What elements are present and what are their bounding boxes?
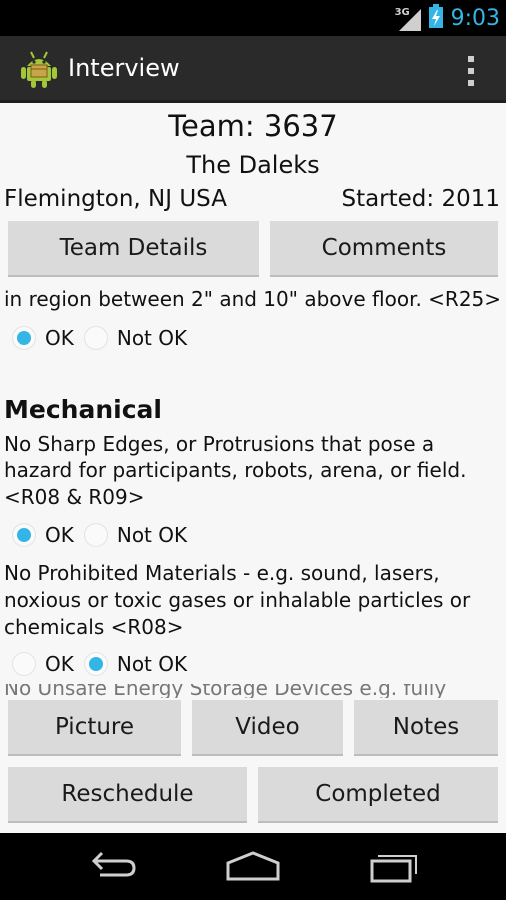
checklist-scroll-area[interactable]: in region between 2" and 10" above floor… (0, 278, 506, 698)
radio-not-ok[interactable] (83, 326, 108, 350)
battery-charging-icon (428, 4, 443, 32)
team-location: Flemington, NJ USA (4, 186, 227, 212)
checklist-item-text: <R08 & R09> (4, 485, 145, 509)
notes-button[interactable]: Notes (354, 700, 498, 756)
radio-not-ok-label[interactable]: Not OK (117, 652, 187, 676)
navigation-bar (0, 833, 506, 900)
completed-button[interactable]: Completed (258, 767, 498, 823)
radio-not-ok[interactable] (83, 523, 108, 547)
comments-button[interactable]: Comments (270, 221, 498, 277)
checklist-item-text: chemicals <R08> (4, 615, 184, 639)
signal-icon: 3G (395, 5, 421, 31)
app-title: Interview (68, 54, 180, 82)
radio-ok-label[interactable]: OK (45, 326, 74, 350)
clock: 9:03 (450, 5, 500, 31)
back-icon[interactable] (86, 849, 140, 887)
radio-not-ok[interactable] (83, 652, 108, 676)
team-number: Team: 3637 (168, 109, 338, 143)
checklist-item-text: No Prohibited Materials - e.g. sound, la… (4, 561, 440, 585)
recent-apps-icon[interactable] (368, 849, 422, 887)
radio-not-ok-label[interactable]: Not OK (117, 326, 187, 350)
radio-ok-label[interactable]: OK (45, 523, 74, 547)
radio-ok-label[interactable]: OK (45, 652, 74, 676)
radio-ok[interactable] (12, 652, 36, 676)
radio-group: OK Not OK (12, 520, 197, 550)
overflow-menu-icon[interactable] (466, 56, 476, 86)
status-bar: 3G 9:03 (0, 0, 506, 36)
radio-ok[interactable] (12, 326, 36, 350)
section-title: Mechanical (4, 395, 162, 424)
radio-ok[interactable] (12, 523, 36, 547)
video-button[interactable]: Video (192, 700, 343, 756)
radio-group: OK Not OK (12, 323, 197, 353)
reschedule-button[interactable]: Reschedule (8, 767, 247, 823)
status-icons: 3G 9:03 (395, 0, 500, 36)
checklist-item-text: No Sharp Edges, or Protrusions that pose… (4, 432, 435, 456)
radio-group: OK Not OK (12, 649, 197, 679)
checklist-item-text: No Unsafe Energy Storage Devices e.g. fu… (4, 684, 447, 698)
content: Team: 3637 The Daleks Flemington, NJ USA… (0, 103, 506, 833)
android-app-icon[interactable] (20, 49, 58, 93)
team-name: The Daleks (186, 151, 320, 179)
home-icon[interactable] (224, 849, 282, 887)
action-bar: Interview (0, 36, 506, 103)
picture-button[interactable]: Picture (8, 700, 181, 756)
radio-not-ok-label[interactable]: Not OK (117, 523, 187, 547)
team-details-button[interactable]: Team Details (8, 221, 259, 277)
checklist-item-text: noxious or toxic gases or inhalable part… (4, 588, 471, 612)
checklist-item-text: in region between 2" and 10" above floor… (4, 287, 502, 311)
team-started: Started: 2011 (341, 186, 500, 212)
checklist-item-text: hazard for participants, robots, arena, … (4, 458, 467, 482)
